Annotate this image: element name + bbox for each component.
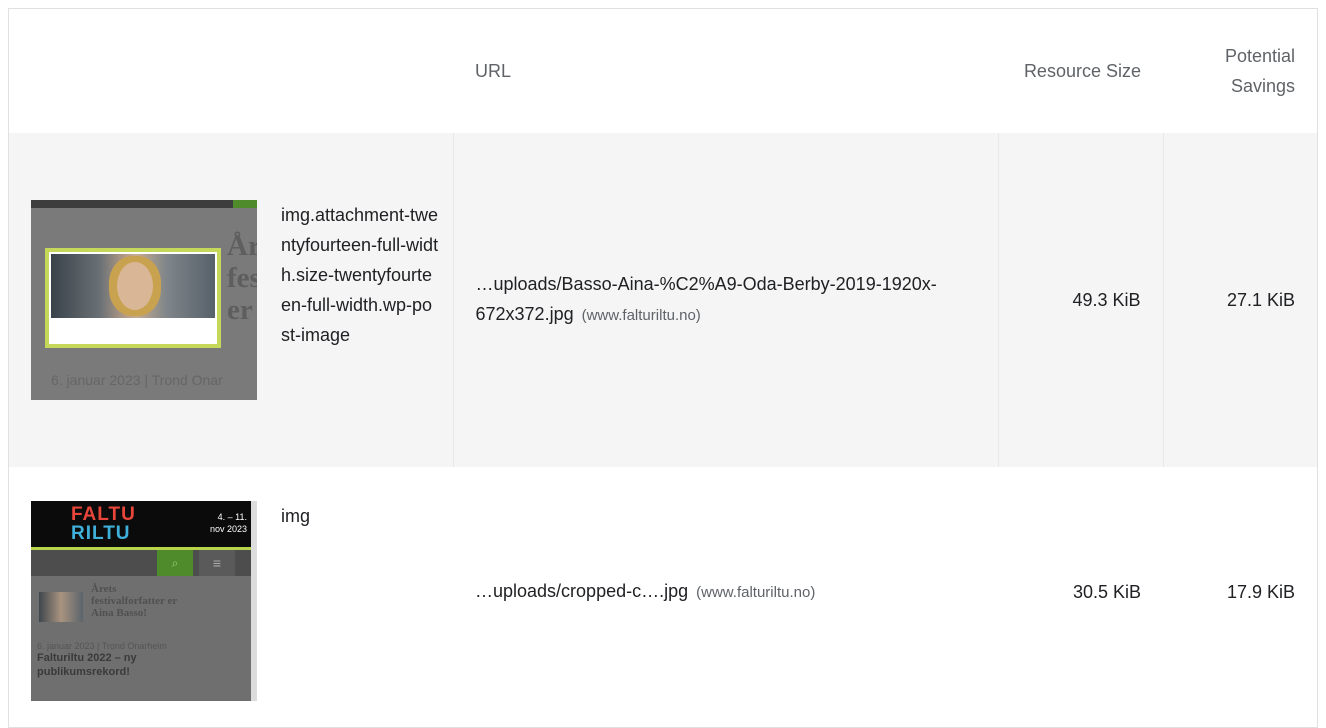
url-cell[interactable]: …uploads/cropped-c….jpg (www.falturiltu.n… xyxy=(453,467,998,717)
header-potential-savings[interactable]: Potential Savings xyxy=(1163,9,1317,133)
opportunity-table: URL Resource Size Potential Savings Året… xyxy=(9,9,1317,717)
thumb-card-title: Årets festivalforfatter er Aina Basso! xyxy=(91,583,178,619)
table-header-row: URL Resource Size Potential Savings xyxy=(9,9,1317,133)
potential-savings-cell: 27.1 KiB xyxy=(1162,133,1317,467)
thumb-topbar-accent xyxy=(233,200,257,208)
resource-size-cell: 30.5 KiB xyxy=(998,467,1163,717)
thumb-headline: Årets festivalf er Aina xyxy=(227,230,257,326)
author-photo xyxy=(51,254,215,318)
header-element xyxy=(9,9,453,133)
element-cell[interactable]: Årets festivalf er Aina 6. januar 2023 |… xyxy=(9,133,453,467)
thumb-topbar xyxy=(31,200,257,208)
menu-icon: ≡ xyxy=(199,550,235,576)
highlighted-image-box xyxy=(45,248,221,348)
header-url[interactable]: URL xyxy=(453,9,998,133)
thumb-dates: 4. – 11. nov 2023 xyxy=(209,512,247,534)
header-resource-size[interactable]: Resource Size xyxy=(998,9,1163,133)
thumb-card2-title: Falturiltu 2022 – ny publikumsrekord! xyxy=(37,652,137,678)
url-cell[interactable]: …uploads/Basso-Aina-%C2%A9-Oda-Berby-201… xyxy=(452,133,998,467)
thumb-scrollbar xyxy=(251,501,257,701)
element-screenshot[interactable]: FALTU RILTU 4. – 11. nov 2023 ⌕ ≡ Årets … xyxy=(31,501,257,701)
thumb-card-photo xyxy=(39,592,83,622)
author-face xyxy=(117,262,153,310)
resource-origin: (www.falturiltu.no) xyxy=(696,584,816,601)
falturiltu-logo: FALTU RILTU xyxy=(71,504,136,544)
resource-url[interactable]: …uploads/Basso-Aina-%C2%A9-Oda-Berby-201… xyxy=(476,274,937,324)
element-cell[interactable]: FALTU RILTU 4. – 11. nov 2023 ⌕ ≡ Årets … xyxy=(9,467,453,717)
search-icon: ⌕ xyxy=(157,550,193,576)
resource-origin: (www.falturiltu.no) xyxy=(581,307,701,324)
thumb-byline: 6. januar 2023 | Trond Onar xyxy=(51,372,223,388)
resource-url[interactable]: …uploads/cropped-c….jpg xyxy=(475,581,688,601)
table-row[interactable]: Årets festivalf er Aina 6. januar 2023 |… xyxy=(9,133,1317,467)
potential-savings-cell: 17.9 KiB xyxy=(1163,467,1317,717)
table-row[interactable]: FALTU RILTU 4. – 11. nov 2023 ⌕ ≡ Årets … xyxy=(9,467,1317,717)
element-screenshot[interactable]: Årets festivalf er Aina 6. januar 2023 |… xyxy=(31,200,257,400)
resource-size-cell: 49.3 KiB xyxy=(997,133,1163,467)
